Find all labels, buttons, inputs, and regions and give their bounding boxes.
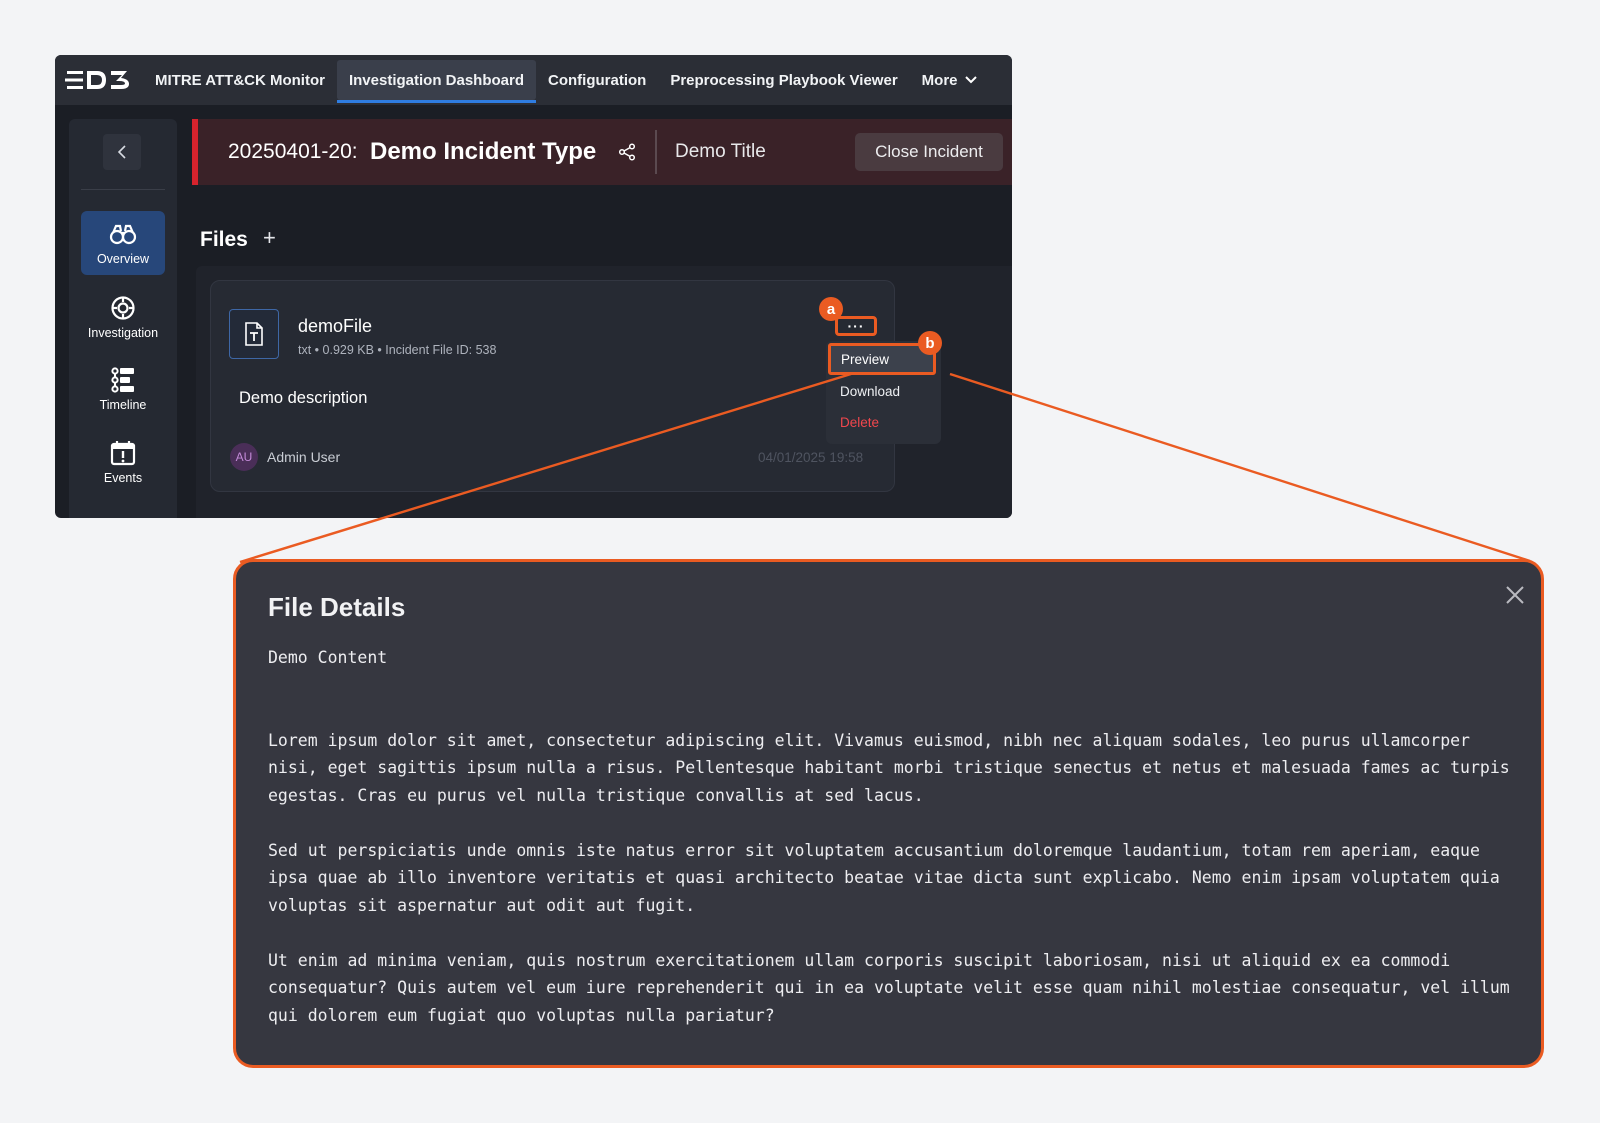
avatar: AU <box>230 443 258 471</box>
sidebar-item-label: Investigation <box>87 325 159 340</box>
header-divider <box>655 130 657 174</box>
file-description: Demo description <box>239 389 368 407</box>
timeline-icon <box>111 366 134 393</box>
file-details-modal: File Details Demo Content Lorem ipsum do… <box>233 559 1544 1068</box>
target-icon <box>111 295 135 320</box>
top-nav-bar: MITRE ATT&CK Monitor Investigation Dashb… <box>55 55 1012 105</box>
sidebar-item-events[interactable]: Events <box>81 430 165 494</box>
text-file-icon <box>229 309 279 359</box>
content-paragraph: Ut enim ad minima veniam, quis nostrum e… <box>268 950 1510 1025</box>
tab-more-label: More <box>921 71 958 89</box>
files-heading: Files <box>200 228 248 251</box>
tab-mitre-attack-monitor[interactable]: MITRE ATT&CK Monitor <box>143 55 337 105</box>
file-card: demoFile txt • 0.929 KB • Incident File … <box>210 280 895 492</box>
file-content: Demo Content Lorem ipsum dolor sit amet,… <box>268 644 1518 1057</box>
sidebar-item-investigation[interactable]: Investigation <box>81 285 165 349</box>
sidebar-item-label: Events <box>103 470 143 485</box>
tab-configuration[interactable]: Configuration <box>536 55 658 105</box>
close-icon[interactable] <box>1504 584 1526 606</box>
chevron-left-icon <box>117 145 126 159</box>
sidebar-item-label: Timeline <box>99 397 147 412</box>
file-date: 04/01/2025 19:58 <box>758 450 864 465</box>
collapse-sidebar-button[interactable] <box>103 134 141 170</box>
incident-id: 20250401-20: <box>228 140 358 163</box>
incident-title: Demo Title <box>675 141 766 162</box>
sidebar-item-timeline[interactable]: Timeline <box>81 357 165 421</box>
d3-logo-icon <box>65 71 129 89</box>
incident-header: 20250401-20: Demo Incident Type Demo Tit… <box>192 119 1012 185</box>
menu-item-delete[interactable]: Delete <box>840 415 879 430</box>
annotation-badge-b: b <box>918 331 942 355</box>
app-window: MITRE ATT&CK Monitor Investigation Dashb… <box>55 55 1012 518</box>
tab-investigation-dashboard[interactable]: Investigation Dashboard <box>336 60 537 103</box>
d3-logo[interactable] <box>55 55 143 105</box>
file-options-menu: Preview Download Delete <box>826 341 941 444</box>
content-heading: Demo Content <box>268 648 388 667</box>
tab-more[interactable]: More <box>910 55 990 105</box>
add-file-button[interactable]: + <box>263 225 276 251</box>
sidebar-item-overview[interactable]: Overview <box>81 211 165 275</box>
content-paragraph: Sed ut perspiciatis unde omnis iste natu… <box>268 840 1500 915</box>
incident-type: Demo Incident Type <box>370 138 597 165</box>
more-options-button[interactable]: ··· <box>835 316 877 336</box>
calendar-icon <box>110 440 136 465</box>
sidebar-item-label: Overview <box>96 251 150 266</box>
left-sidebar: Overview Investigation Timeline Events <box>69 119 177 518</box>
menu-item-download[interactable]: Download <box>840 384 900 399</box>
sidebar-divider <box>81 189 165 190</box>
modal-title: File Details <box>268 592 406 622</box>
close-incident-button[interactable]: Close Incident <box>855 133 1003 171</box>
binoculars-icon <box>109 224 137 244</box>
annotation-badge-a: a <box>819 297 843 321</box>
content-paragraph: Lorem ipsum dolor sit amet, consectetur … <box>268 730 1510 805</box>
file-name[interactable]: demoFile <box>298 316 372 337</box>
file-meta: txt • 0.929 KB • Incident File ID: 538 <box>298 343 497 357</box>
tab-preprocessing-playbook-viewer[interactable]: Preprocessing Playbook Viewer <box>658 55 909 105</box>
share-icon[interactable] <box>618 143 636 161</box>
uploader-name: Admin User <box>267 449 341 465</box>
chevron-down-icon <box>964 76 977 84</box>
